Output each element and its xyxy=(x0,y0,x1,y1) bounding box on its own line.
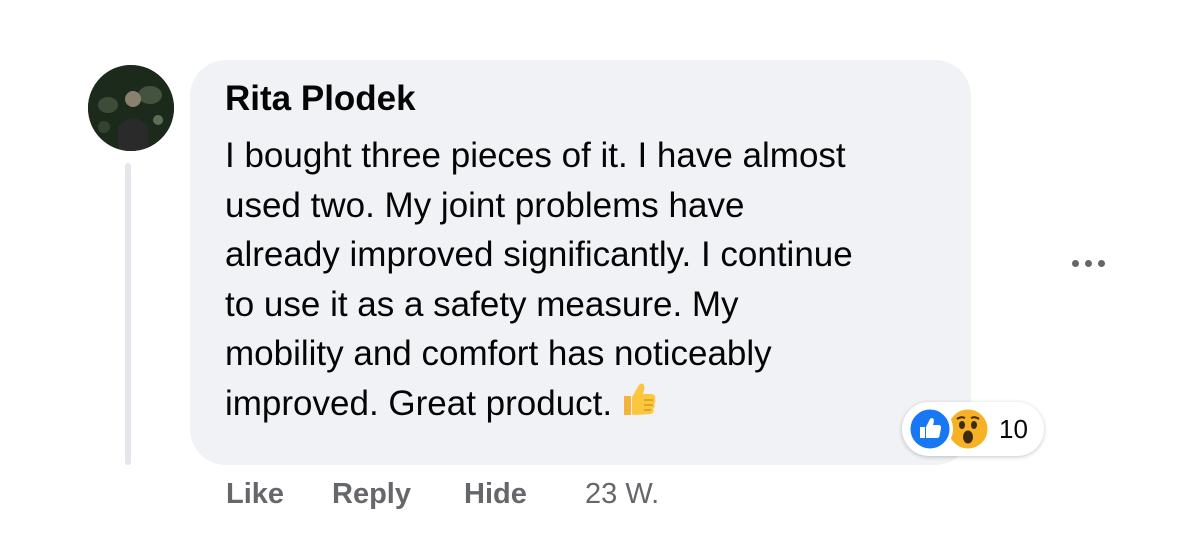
avatar-photo xyxy=(88,65,174,151)
hide-button[interactable]: Hide xyxy=(464,474,527,514)
comment-line: I bought three pieces of it. I have almo… xyxy=(225,136,846,175)
comment-text: I bought three pieces of it. I have almo… xyxy=(225,131,945,432)
avatar[interactable] xyxy=(88,65,174,151)
comment-author[interactable]: Rita Plodek xyxy=(225,78,416,120)
comment-line: to use it as a safety measure. My xyxy=(225,284,739,324)
comment-line: improved. Great product. xyxy=(225,383,613,423)
reactions-summary[interactable]: 10 xyxy=(902,402,1044,456)
like-icon xyxy=(907,406,953,452)
more-options-button[interactable] xyxy=(1066,250,1110,276)
reply-button[interactable]: Reply xyxy=(332,474,411,514)
comment-line: used two. My joint problems have xyxy=(225,185,745,225)
comment-timestamp[interactable]: 23 W. xyxy=(585,474,659,514)
dot-icon xyxy=(1097,259,1105,267)
thread-line xyxy=(125,163,131,465)
reaction-count: 10 xyxy=(999,413,1028,444)
like-button[interactable]: Like xyxy=(226,474,284,514)
comment-line: already improved significantly. I contin… xyxy=(225,235,853,274)
comment-line: mobility and comfort has noticeably xyxy=(225,334,772,373)
thumbs-up-emoji xyxy=(618,379,658,433)
dot-icon xyxy=(1071,259,1079,267)
dot-icon xyxy=(1084,259,1092,267)
